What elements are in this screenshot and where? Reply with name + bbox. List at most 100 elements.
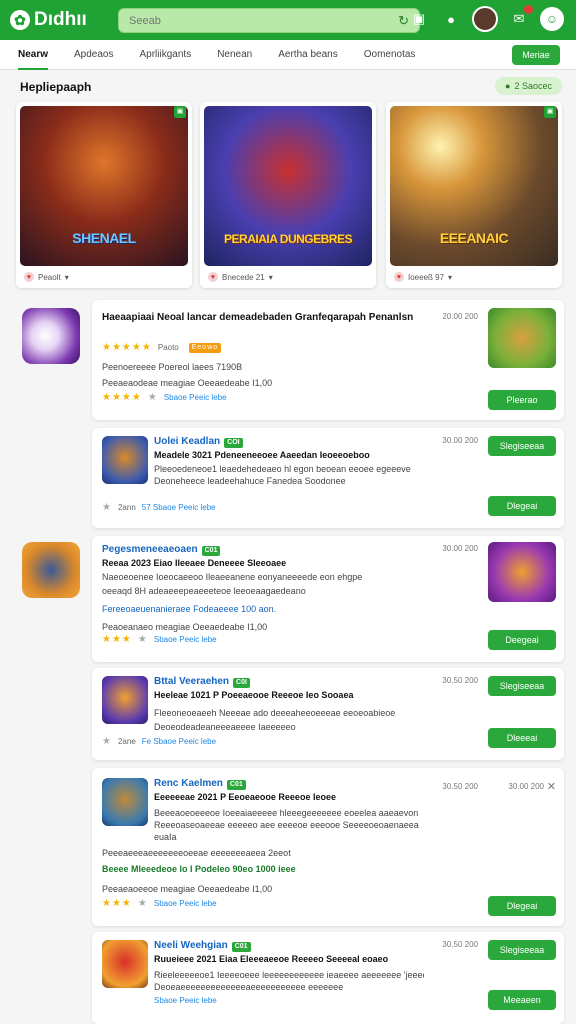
tab-bar: Nearw Apdeaos Aprliikgants Nenean Aertha…: [0, 40, 576, 70]
featured-artwork: EEEANAIC: [390, 106, 558, 266]
tab-aertha-beans[interactable]: Aertha beans: [278, 40, 338, 70]
image-icon[interactable]: ▣: [408, 8, 430, 30]
app-name[interactable]: Haeaapiaai Neoal lancar demeadebaden Gra…: [102, 312, 432, 324]
brand-logo[interactable]: ✿ Dıdhıı: [10, 9, 112, 31]
app-list-item[interactable]: Renc Kaelmen C01 Eeeeeeae 2021 P Eeoeaeoo…: [92, 768, 564, 926]
rating-stars: ★ 2ann 57 Sbaoe Peeic lebe: [102, 502, 216, 513]
app-name[interactable]: Uolei Keadlan COI: [154, 436, 243, 448]
app-list-item[interactable]: Uolei Keadlan COI Meadele 3021 Pdeneeneeo…: [92, 428, 564, 528]
app-info-line: Fleeoneoeaeeh Neeeae ado deeeaheeoeeeae …: [154, 708, 396, 718]
download-button[interactable]: Pleerao: [488, 390, 556, 410]
download-button[interactable]: Dlegeai: [488, 496, 556, 516]
brand-name: Dıdhıı: [34, 9, 87, 30]
notification-icon[interactable]: ●: [440, 8, 462, 30]
heart-icon[interactable]: ♥: [24, 272, 34, 282]
app-chip: C0I: [233, 678, 250, 688]
app-link[interactable]: Fe Sbaoe Peeic lebe: [142, 737, 216, 746]
app-name[interactable]: Neeli Weehgian C01: [154, 940, 251, 952]
app-info-line: Fereeoaeuenanieraee Fodeaeeee 100 aon.: [102, 604, 277, 614]
app-icon[interactable]: [102, 436, 148, 484]
download-button[interactable]: Deegeai: [488, 630, 556, 650]
app-info-line: Beeeaoeoeeeoe Ioeeaiaeeeee hleeegeeeeeee…: [154, 808, 419, 818]
featured-meta-label: Peaolt: [38, 272, 61, 282]
tab-nearw[interactable]: Nearw: [18, 40, 49, 70]
app-info-line: Peaoeanaeo meagiae Oeeaedeabe I1,00: [102, 622, 268, 632]
app-info-line: oeeaqd 8H adeaeeepeaeeeteoe leeoeaagaede…: [102, 586, 306, 596]
chevron-down-icon[interactable]: ▾: [448, 273, 452, 282]
app-side-icon[interactable]: [22, 308, 80, 364]
app-list-item[interactable]: Pegesmeneeaeoaen C01 Reeaa 2023 Eiao Ilee…: [92, 536, 564, 662]
featured-meta: ♥ Bnecede 21 ▾: [208, 272, 273, 282]
app-icon[interactable]: [102, 676, 148, 724]
app-side-icon[interactable]: [22, 542, 80, 598]
app-info-line: Reeeoaseoaeeae eeeeeo aee eeeeoe eeeooe …: [154, 820, 419, 830]
featured-artwork: PERAIAIA DUNGEBRES: [204, 106, 372, 266]
download-button[interactable]: Meeaeen: [488, 990, 556, 1010]
secondary-button[interactable]: Slegiseeaa: [488, 940, 556, 960]
featured-card[interactable]: PERAIAIA DUNGEBRES ♥ Bnecede 21 ▾: [200, 102, 376, 288]
app-info-line: Peeeaeeeaeeeeeeeoeeae eeeeeeeaeea 2eeot: [102, 848, 291, 858]
app-name[interactable]: Bttal Veeraehen C0I: [154, 676, 250, 688]
featured-title: PERAIAIA DUNGEBRES: [224, 232, 352, 246]
app-name-label: Pegesmeneeaeoaen: [102, 544, 198, 555]
profile-icon[interactable]: ☺: [540, 7, 564, 31]
app-name[interactable]: Renc Kaelmen C01: [154, 778, 246, 790]
secondary-button[interactable]: Slegiseeaa: [488, 436, 556, 456]
message-icon[interactable]: ✉: [508, 5, 533, 30]
app-info-line: Deoeaeeeeeeeeeeeeeaeeeeeeeeeee eeeeeee: [154, 982, 344, 992]
tab-oomenotas[interactable]: Oomenotas: [364, 40, 416, 70]
rating-count: 2ane: [117, 737, 136, 746]
app-info-line: Pleeoedeneoe1 leaedehedeaeo hl egon beoe…: [154, 464, 411, 474]
app-thumbnail[interactable]: [488, 308, 556, 368]
secondary-button[interactable]: Slegiseeaa: [488, 676, 556, 696]
chevron-down-icon[interactable]: ▾: [269, 273, 273, 282]
app-chip: Eeowo: [188, 342, 222, 353]
heart-icon[interactable]: ♥: [394, 272, 404, 282]
app-size: 30.50 200: [442, 940, 478, 949]
section-title: Hepliepaaph: [20, 80, 92, 94]
app-name[interactable]: Pegesmeneeaeoaen C01: [102, 544, 221, 556]
search-bar[interactable]: ↻: [118, 8, 420, 33]
app-chip: COI: [224, 438, 243, 448]
tab-apdeaos[interactable]: Apdeaos: [74, 40, 113, 70]
app-list-item[interactable]: Haeaapiaai Neoal lancar demeadebaden Gra…: [92, 300, 564, 420]
pill-dot-icon: ●: [505, 81, 511, 91]
featured-meta: ♥ Peaolt ▾: [24, 272, 69, 282]
featured-title: SHENAEL: [72, 230, 136, 246]
chevron-down-icon[interactable]: ▾: [65, 273, 69, 282]
app-list-item[interactable]: Bttal Veeraehen C0I Heeleae 1021 P Poeeae…: [92, 668, 564, 760]
tab-action-button[interactable]: Meriae: [512, 45, 560, 65]
tab-nenean[interactable]: Nenean: [217, 40, 252, 70]
tab-aprliikgants[interactable]: Aprliikgants: [140, 40, 192, 70]
app-name-label: Uolei Keadlan: [154, 436, 221, 447]
brand-icon: ✿: [10, 10, 30, 30]
featured-card[interactable]: EEEANAIC ▣ ♥ Ioeeeß 97 ▾: [386, 102, 562, 288]
app-size: 30.00 200: [442, 436, 478, 445]
featured-card[interactable]: SHENAEL ▣ ♥ Peaolt ▾: [16, 102, 192, 288]
app-size-alt: 30.00 200: [508, 782, 544, 791]
avatar[interactable]: [472, 6, 498, 32]
rating-stars: ★★★★ ★ Sbaoe Peeic lebe: [102, 392, 227, 403]
heart-icon[interactable]: ♥: [208, 272, 218, 282]
app-icon[interactable]: [102, 778, 148, 826]
app-subtitle: Eeeeeeae 2021 P Eeoeaeooe Reeeoe Ieoee: [154, 792, 336, 802]
app-list-item[interactable]: Neeli Weehgian C01 Ruueieee 2021 Eiaa Ele…: [92, 932, 564, 1024]
close-icon[interactable]: ✕: [547, 780, 556, 793]
section-pill[interactable]: ● 2 Saocec: [495, 77, 562, 95]
app-link[interactable]: Sbaoe Peeic lebe: [154, 996, 217, 1005]
app-link[interactable]: Sbaoe Peeic lebe: [154, 899, 217, 908]
app-icon[interactable]: [102, 940, 148, 988]
app-link[interactable]: Sbaoe Peeic lebe: [154, 635, 217, 644]
app-link[interactable]: 57 Sbaoe Peeic lebe: [142, 503, 216, 512]
top-icons: ▣ ● ✉ ☺: [408, 5, 564, 32]
app-chip: C01: [231, 942, 251, 952]
rating-count: 2ann: [117, 503, 136, 512]
app-name-label: Neeli Weehgian: [154, 940, 228, 951]
app-size: 30.50 200: [442, 782, 478, 791]
app-link[interactable]: Sbaoe Peeic lebe: [164, 393, 227, 402]
download-button[interactable]: Dleeeai: [488, 728, 556, 748]
download-button[interactable]: Dlegeai: [488, 896, 556, 916]
app-info-line: Peenoereeee Poereol laees 7190B: [102, 362, 243, 372]
app-thumbnail[interactable]: [488, 542, 556, 602]
search-input[interactable]: [129, 14, 369, 27]
